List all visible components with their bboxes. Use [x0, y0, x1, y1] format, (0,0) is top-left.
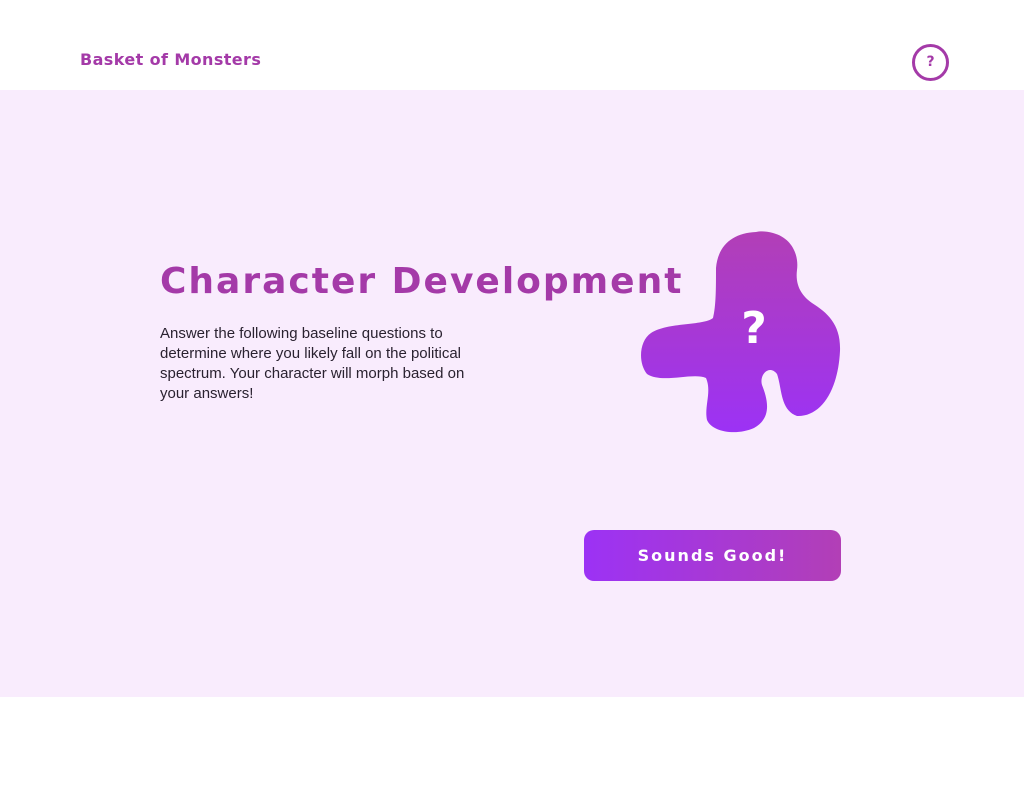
page-title: Character Development	[160, 261, 684, 302]
page: Basket of Monsters ? Character Developme…	[0, 0, 1024, 800]
intro-description: Answer the following baseline questions …	[160, 325, 465, 402]
sounds-good-button[interactable]: Sounds Good!	[584, 530, 841, 581]
top-bar: Basket of Monsters ?	[0, 0, 1024, 90]
monster-question-mark: ?	[741, 303, 767, 354]
monster-blob-icon: ?	[641, 231, 841, 433]
question-mark-icon: ?	[926, 54, 935, 70]
app-title: Basket of Monsters	[80, 50, 262, 69]
help-button[interactable]: ?	[912, 44, 949, 81]
intro-panel: Character Development Answer the followi…	[0, 90, 1024, 697]
